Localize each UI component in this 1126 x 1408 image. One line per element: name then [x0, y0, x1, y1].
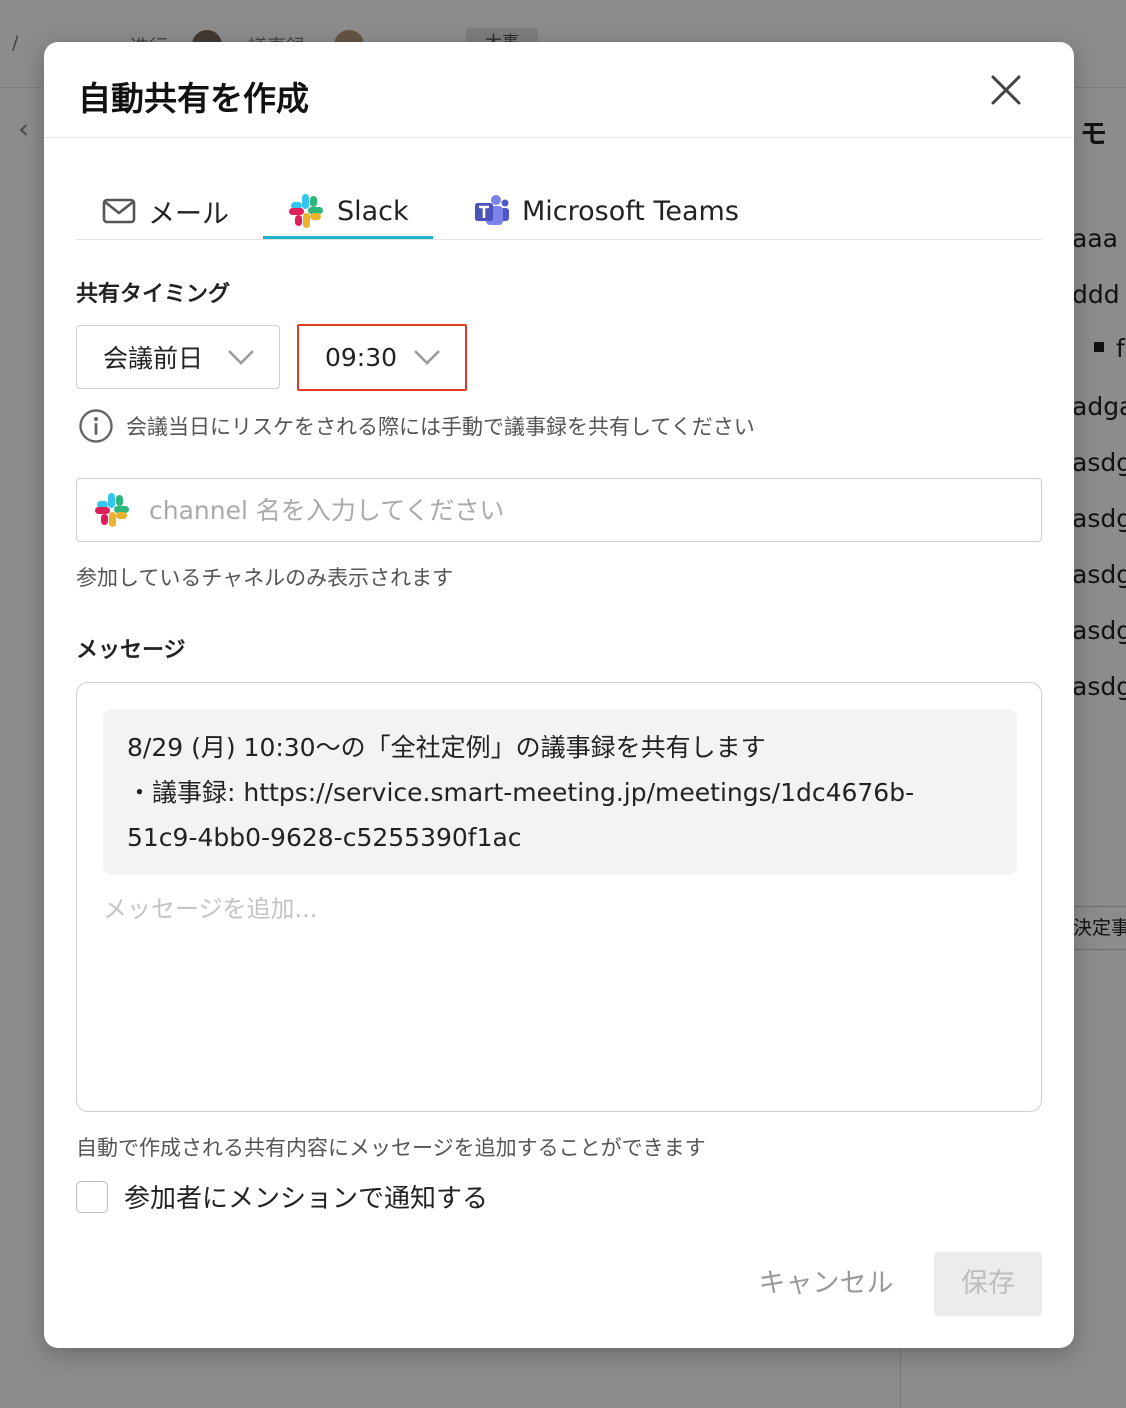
slack-icon: [289, 194, 323, 228]
chevron-down-icon: [414, 350, 440, 365]
share-method-tabs: メール Slack Microsoft Teams: [76, 182, 1042, 240]
mention-checkbox-label: 参加者にメンションで通知する: [124, 1184, 489, 1214]
timing-time-select[interactable]: 09:30: [297, 324, 467, 391]
chevron-down-icon: [228, 350, 254, 365]
mention-checkbox[interactable]: [76, 1180, 108, 1213]
mention-checkbox-row[interactable]: 参加者にメンションで通知する: [76, 1178, 488, 1215]
slack-icon: [95, 493, 129, 527]
tab-slack[interactable]: Slack: [263, 182, 433, 240]
channel-input[interactable]: [149, 495, 1009, 525]
message-box: 8/29 (月) 10:30〜の「全社定例」の議事録を共有します ・議事録: h…: [76, 682, 1042, 1112]
timing-time-value: 09:30: [325, 343, 398, 372]
preview-line: 51c9-4bb0-9628-c5255390f1ac: [127, 823, 522, 852]
timing-day-select[interactable]: 会議前日: [76, 325, 280, 389]
tab-mail[interactable]: メール: [102, 182, 229, 240]
close-icon: [991, 75, 1021, 105]
modal-title: 自動共有を作成: [78, 79, 309, 118]
tab-microsoft-teams[interactable]: Microsoft Teams: [474, 182, 739, 240]
message-hint: 自動で作成される共有内容にメッセージを追加することができます: [76, 1136, 706, 1160]
timing-day-value: 会議前日: [103, 344, 204, 373]
tab-label: メール: [148, 198, 229, 230]
close-button[interactable]: [986, 70, 1026, 110]
auto-share-modal: 自動共有を作成 メール Slack Microsoft Teams 共有タイミン…: [44, 42, 1074, 1348]
save-button[interactable]: 保存: [934, 1252, 1042, 1316]
preview-line: 8/29 (月) 10:30〜の「全社定例」の議事録を共有します: [127, 733, 766, 762]
info-icon: [79, 409, 113, 443]
message-label: メッセージ: [76, 638, 186, 663]
timing-info: 会議当日にリスケをされる際には手動で議事録を共有してください: [78, 408, 755, 444]
tabs-divider: [76, 239, 1042, 240]
message-preview: 8/29 (月) 10:30〜の「全社定例」の議事録を共有します ・議事録: h…: [103, 709, 1017, 875]
teams-icon: [475, 195, 509, 225]
mail-icon: [102, 198, 136, 224]
tab-label: Microsoft Teams: [522, 195, 739, 227]
timing-label: 共有タイミング: [76, 282, 231, 307]
message-textarea[interactable]: [103, 889, 1017, 1089]
channel-field[interactable]: [76, 478, 1042, 542]
tab-label: Slack: [337, 195, 409, 227]
cancel-button[interactable]: キャンセル: [746, 1254, 906, 1314]
divider: [44, 137, 1074, 138]
channel-hint: 参加しているチャネルのみ表示されます: [76, 566, 454, 590]
timing-info-text: 会議当日にリスケをされる際には手動で議事録を共有してください: [126, 415, 755, 439]
preview-line: ・議事録: https://service.smart-meeting.jp/m…: [127, 778, 915, 807]
